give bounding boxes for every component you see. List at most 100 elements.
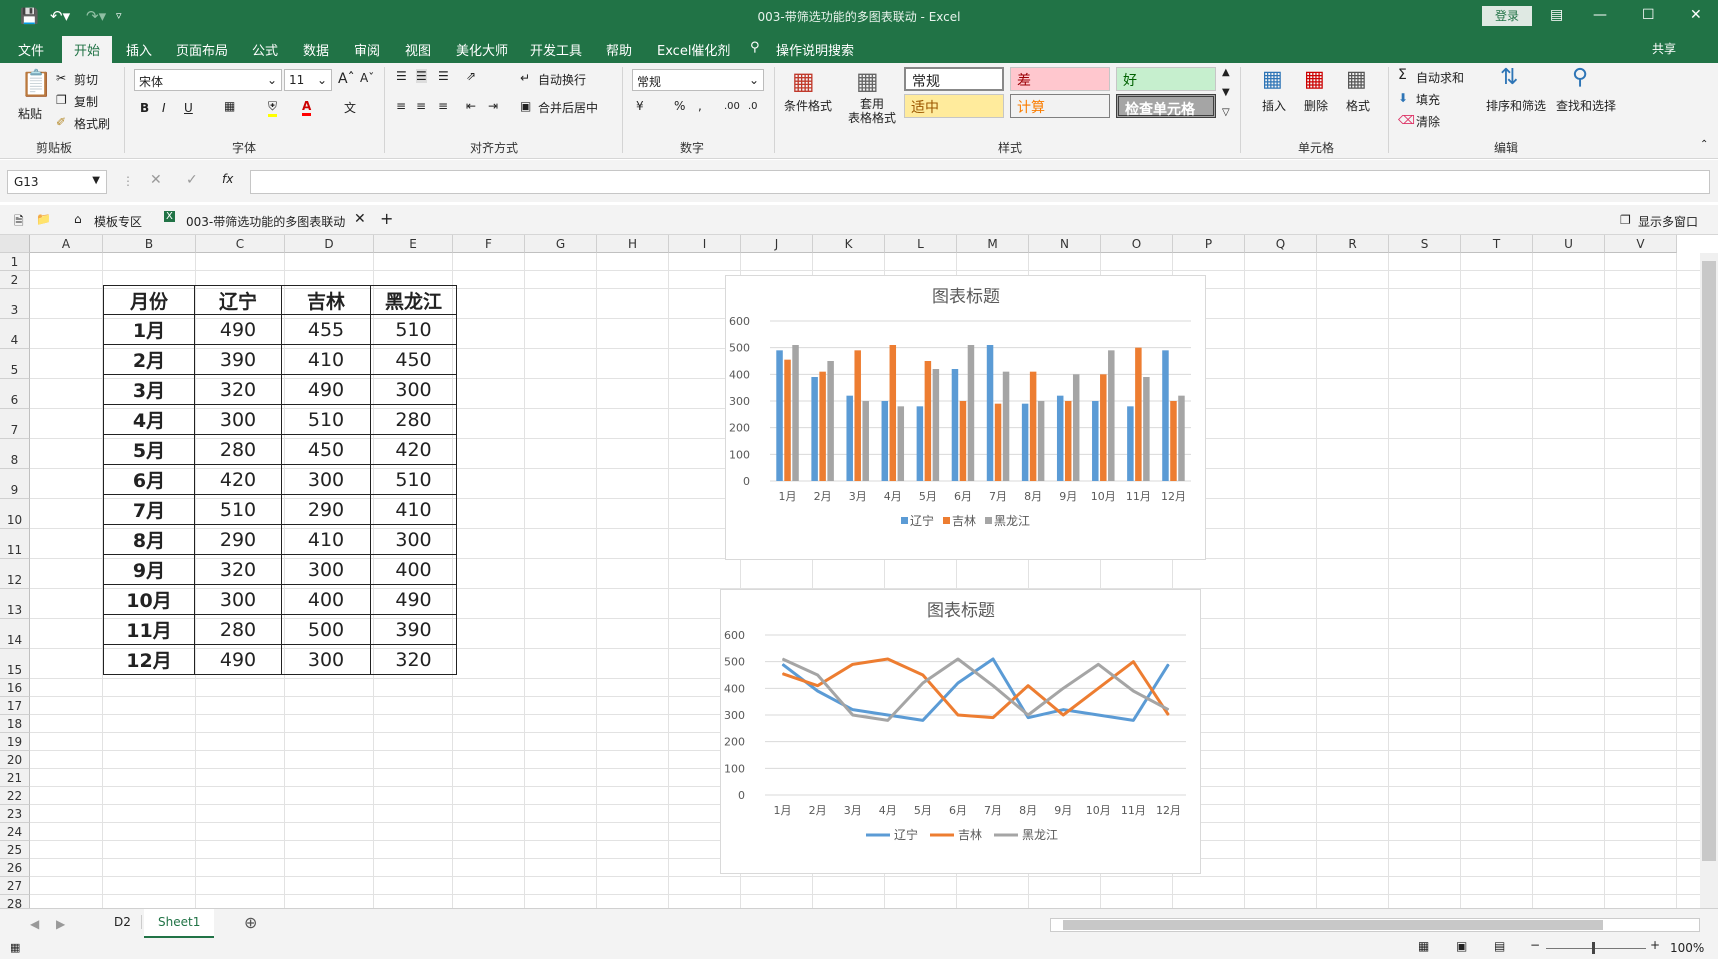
h-scroll-thumb[interactable] [1063,920,1603,930]
month-cell[interactable]: 5月 [103,434,195,465]
row-header[interactable]: 15 [0,649,30,679]
column-header[interactable]: N [1029,235,1101,253]
header-liaoning[interactable]: 辽宁 [194,285,282,315]
row-header[interactable]: 16 [0,679,30,697]
value-cell[interactable]: 390 [370,614,457,645]
month-cell[interactable]: 10月 [103,584,195,615]
styles-scroll-down-icon[interactable]: ▼ [1222,87,1230,98]
value-cell[interactable]: 450 [370,344,457,375]
decrease-decimal-icon[interactable]: .0 [748,101,758,112]
column-header[interactable]: T [1461,235,1533,253]
italic-icon[interactable]: I [162,101,166,115]
tab-insert[interactable]: 插入 [126,40,152,59]
insert-function-icon[interactable]: fx [222,172,233,186]
format-as-table-button[interactable]: 套用 表格格式 [848,97,896,125]
row-header[interactable]: 5 [0,349,30,379]
column-header[interactable]: E [374,235,453,253]
row-header[interactable]: 13 [0,589,30,619]
row-header[interactable]: 2 [0,271,30,289]
style-good[interactable]: 好 [1116,67,1216,91]
vertical-scrollbar[interactable] [1700,253,1718,908]
value-cell[interactable]: 300 [281,644,371,675]
increase-indent-icon[interactable]: ⇥ [488,99,498,113]
column-header[interactable]: B [103,235,196,253]
value-cell[interactable]: 410 [370,494,457,525]
tab-file[interactable]: 文件 [18,40,44,59]
row-header[interactable]: 18 [0,715,30,733]
value-cell[interactable]: 280 [194,614,282,645]
row-header[interactable]: 11 [0,529,30,559]
value-cell[interactable]: 455 [281,314,371,345]
value-cell[interactable]: 510 [281,404,371,435]
column-header[interactable]: D [285,235,374,253]
row-header[interactable]: 22 [0,787,30,805]
decrease-indent-icon[interactable]: ⇤ [466,99,476,113]
tab-help[interactable]: 帮助 [606,40,632,59]
styles-more-icon[interactable]: ▽ [1222,107,1230,118]
column-header[interactable]: S [1389,235,1461,253]
currency-icon[interactable]: ¥ [636,99,644,113]
month-cell[interactable]: 2月 [103,344,195,375]
header-heilongjiang[interactable]: 黑龙江 [370,285,457,315]
zoom-slider-thumb[interactable] [1592,942,1595,954]
align-top-icon[interactable]: ☰ [396,69,407,83]
month-cell[interactable]: 12月 [103,644,195,675]
font-name-dropdown[interactable]: 宋体 ⌄ [134,69,282,91]
align-center-icon[interactable]: ≡ [416,99,426,113]
clear-button[interactable]: 清除 [1416,113,1440,130]
normal-view-icon[interactable]: ▦ [1418,939,1429,953]
page-layout-view-icon[interactable]: ▣ [1456,939,1467,953]
value-cell[interactable]: 420 [370,434,457,465]
row-header[interactable]: 17 [0,697,30,715]
row-header[interactable]: 7 [0,409,30,439]
style-calculation[interactable]: 计算 [1010,94,1110,118]
tab-developer[interactable]: 开发工具 [530,40,582,59]
value-cell[interactable]: 300 [194,404,282,435]
sheet-tab-sheet1[interactable]: Sheet1 [144,909,215,939]
paste-icon[interactable]: 📋 [20,69,52,99]
scroll-right-icon[interactable]: ▶ [56,917,65,931]
row-header[interactable]: 3 [0,289,30,319]
value-cell[interactable]: 300 [194,584,282,615]
bold-icon[interactable]: B [140,101,149,115]
name-box[interactable]: G13 ▼ [7,170,107,194]
file-tab[interactable]: 003-带筛选功能的多图表联动 [186,213,345,230]
find-select-icon[interactable]: ⚲ [1572,65,1588,90]
collapse-ribbon-icon[interactable]: ⌃ [1700,139,1708,150]
column-header[interactable]: P [1173,235,1245,253]
row-header[interactable]: 4 [0,319,30,349]
tab-view[interactable]: 视图 [405,40,431,59]
cancel-icon[interactable]: ✕ [150,172,162,188]
value-cell[interactable]: 320 [194,374,282,405]
sheet-tab-d2[interactable]: D2 [104,915,142,929]
row-header[interactable]: 28 [0,895,30,908]
month-cell[interactable]: 9月 [103,554,195,585]
open-folder-icon[interactable]: 📁 [36,212,51,226]
tab-review[interactable]: 审阅 [354,40,380,59]
value-cell[interactable]: 400 [370,554,457,585]
autosum-button[interactable]: 自动求和 [1416,69,1464,86]
column-header[interactable]: G [525,235,597,253]
row-header[interactable]: 26 [0,859,30,877]
page-break-view-icon[interactable]: ▤ [1494,939,1505,953]
style-neutral[interactable]: 适中 [904,94,1004,118]
phonetic-icon[interactable]: 文 [344,99,356,116]
styles-scroll-up-icon[interactable]: ▲ [1222,67,1230,78]
fill-color-icon[interactable]: ⛨ [268,99,278,117]
value-cell[interactable]: 410 [281,524,371,555]
column-header[interactable]: U [1533,235,1605,253]
ribbon-display-icon[interactable]: ▤ [1550,7,1563,23]
row-header[interactable]: 12 [0,559,30,589]
show-multi-window-button[interactable]: 显示多窗口 [1638,213,1698,230]
sort-filter-icon[interactable]: ⇅ [1500,65,1518,90]
clear-icon[interactable]: ⌫ [1398,113,1415,127]
format-cells-icon[interactable]: ▦ [1346,67,1367,92]
insert-cells-icon[interactable]: ▦ [1262,67,1283,92]
orientation-icon[interactable]: ⇗ [466,69,476,83]
wrap-text-icon[interactable]: ↵ [520,71,530,85]
month-cell[interactable]: 3月 [103,374,195,405]
select-all-corner[interactable] [0,235,30,253]
format-painter-button[interactable]: 格式刷 [74,115,110,132]
home-icon[interactable]: ⌂ [74,212,82,226]
style-bad[interactable]: 差 [1010,67,1110,91]
